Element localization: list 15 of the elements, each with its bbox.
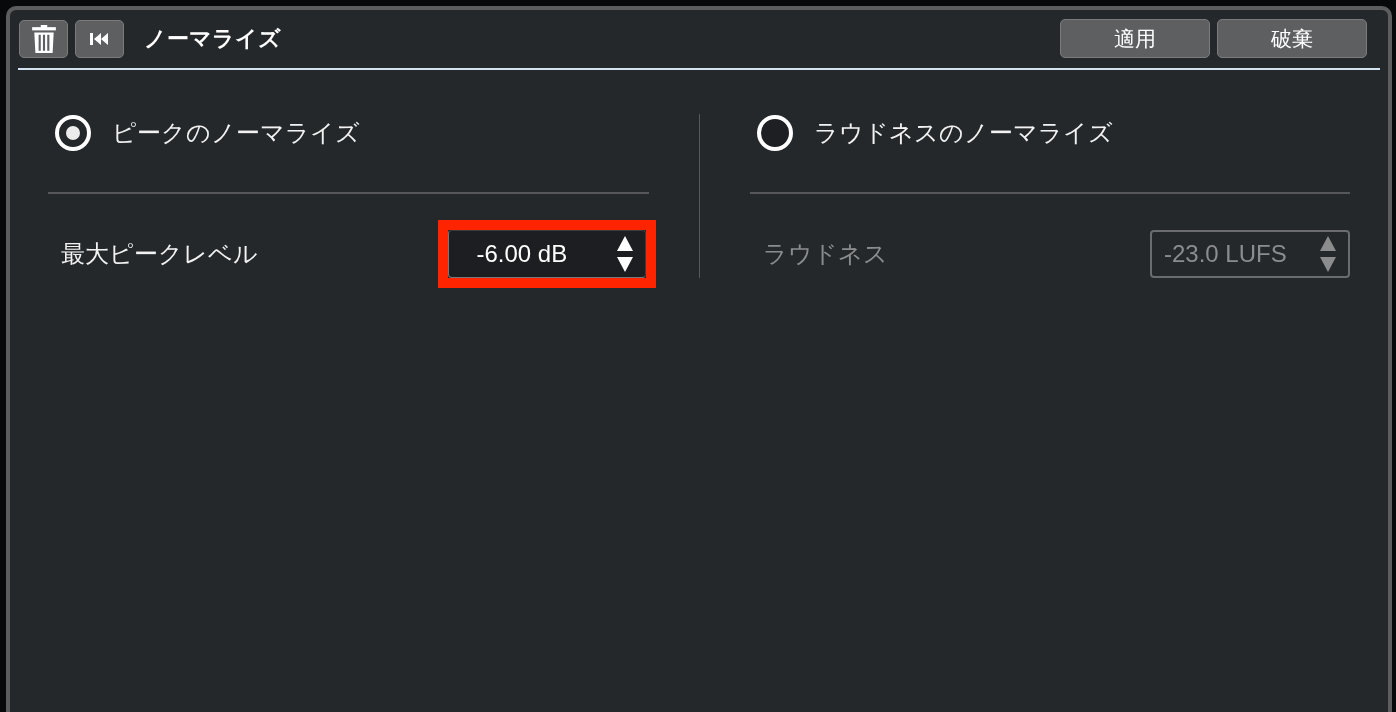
setting-label: 最大ピークレベル — [61, 239, 258, 269]
stepper-arrows-icon[interactable] — [616, 236, 633, 272]
action-button[interactable]: 適用 — [1060, 19, 1210, 58]
skip-to-start-icon — [89, 32, 110, 45]
trash-icon — [31, 24, 56, 53]
action-button[interactable]: 破棄 — [1217, 19, 1367, 58]
panel-title: ノーマライズ — [144, 24, 281, 53]
option-label: ラウドネスのノーマライズ — [813, 118, 1113, 148]
radio-icon[interactable] — [55, 115, 91, 151]
number-field[interactable]: -6.00 dB — [447, 230, 646, 278]
option-label: ピークのノーマライズ — [112, 118, 360, 148]
radio-icon[interactable] — [756, 115, 793, 151]
delete-button[interactable] — [19, 19, 68, 58]
skip-to-start-button[interactable] — [75, 19, 124, 58]
setting-label: ラウドネス — [762, 239, 888, 269]
